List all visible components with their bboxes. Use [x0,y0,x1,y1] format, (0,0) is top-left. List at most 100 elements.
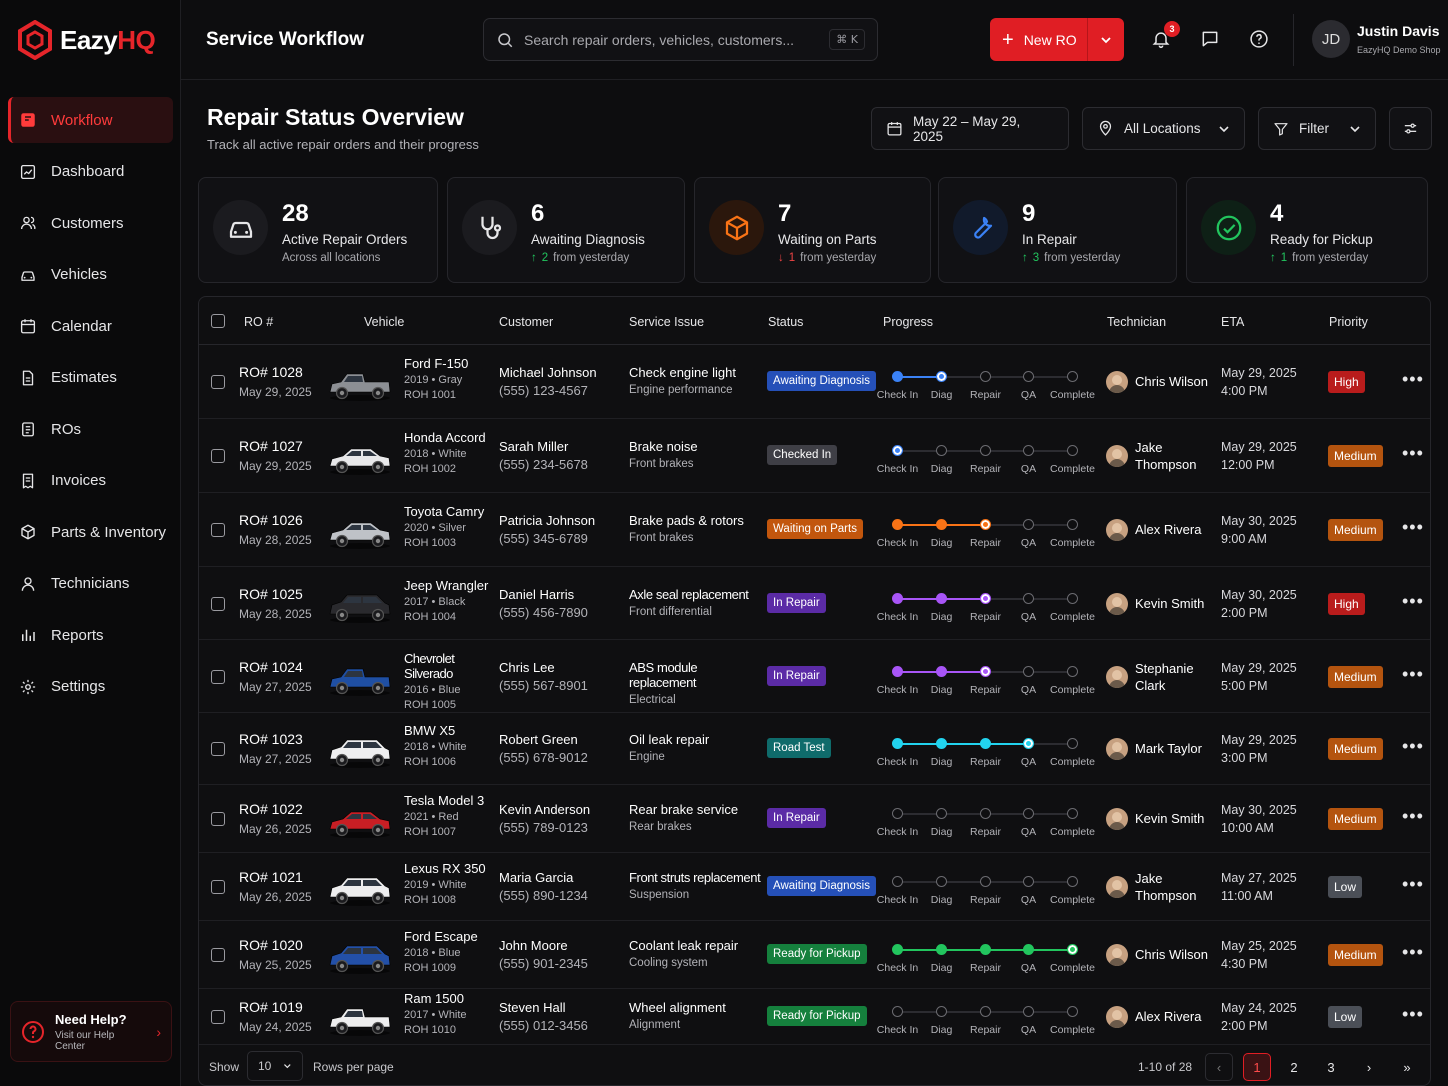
sidebar-item-parts-inventory[interactable]: Parts & Inventory [8,509,173,555]
last-page-button[interactable]: » [1393,1053,1421,1081]
ro-number[interactable]: RO# 1023 [239,731,312,747]
ro-cell[interactable]: RO# 1026 May 28, 2025 [239,512,312,547]
stat-card[interactable]: 28 Active Repair Orders Across all locatio… [198,177,438,283]
new-ro-main[interactable]: + New RO [990,18,1088,61]
table-row[interactable]: RO# 1026 May 28, 2025 Toyota Camry 2020 • S… [199,493,1430,567]
sidebar-item-estimates[interactable]: Estimates [8,355,173,401]
messages-button[interactable] [1198,27,1222,51]
ro-cell[interactable]: RO# 1019 May 24, 2025 [239,999,312,1034]
more-options-icon[interactable]: ••• [1402,369,1424,390]
table-row[interactable]: RO# 1027 May 29, 2025 Honda Accord 2018 • W… [199,419,1430,493]
ro-number[interactable]: RO# 1020 [239,937,312,953]
page-size-select[interactable]: 10 [247,1051,303,1081]
more-options-icon[interactable]: ••• [1402,874,1424,895]
more-options-icon[interactable]: ••• [1402,806,1424,827]
table-row[interactable]: RO# 1028 May 29, 2025 Ford F-150 2019 • Gra… [199,345,1430,419]
sidebar-item-workflow[interactable]: Workflow [8,97,173,143]
table-row[interactable]: RO# 1024 May 27, 2025 Chevrolet Silverado 2… [199,640,1430,713]
user-name[interactable]: Justin Davis [1357,23,1439,39]
page-button-1[interactable]: 1 [1243,1053,1271,1081]
help-button[interactable] [1247,27,1271,51]
search-input[interactable] [524,31,820,48]
page-button-2[interactable]: 2 [1280,1053,1308,1081]
more-options-icon[interactable]: ••• [1402,736,1424,757]
ro-number[interactable]: RO# 1021 [239,869,312,885]
sidebar-item-settings[interactable]: Settings [8,664,173,710]
sidebar-item-invoices[interactable]: Invoices [8,458,173,504]
ro-number[interactable]: RO# 1024 [239,659,312,675]
more-options-icon[interactable]: ••• [1402,942,1424,963]
notifications-button[interactable]: 3 [1149,21,1180,51]
ro-number[interactable]: RO# 1025 [239,586,312,602]
more-options-icon[interactable]: ••• [1402,517,1424,538]
stat-card[interactable]: 9 In Repair ↑ 3 from yesterday [938,177,1177,283]
column-header[interactable]: Customer [499,315,553,329]
more-options-icon[interactable]: ••• [1402,443,1424,464]
column-header[interactable]: ETA [1221,315,1244,329]
row-checkbox[interactable] [211,375,225,389]
column-header[interactable]: Progress [883,315,933,329]
ro-cell[interactable]: RO# 1023 May 27, 2025 [239,731,312,766]
column-header[interactable]: Vehicle [364,315,404,329]
row-checkbox[interactable] [211,1010,225,1024]
user-avatar[interactable]: JD [1312,20,1350,58]
sidebar-item-calendar[interactable]: Calendar [8,303,173,349]
ro-cell[interactable]: RO# 1021 May 26, 2025 [239,869,312,904]
row-checkbox[interactable] [211,812,225,826]
row-checkbox[interactable] [211,880,225,894]
ro-number[interactable]: RO# 1026 [239,512,312,528]
ro-cell[interactable]: RO# 1020 May 25, 2025 [239,937,312,972]
date-range-picker[interactable]: May 22 – May 29, 2025 [871,107,1069,150]
table-row[interactable]: RO# 1019 May 24, 2025 Ram 1500 2017 • White… [199,989,1430,1045]
column-header[interactable]: Technician [1107,315,1166,329]
help-card[interactable]: Need Help? Visit our Help Center › [10,1001,172,1062]
stat-card[interactable]: 4 Ready for Pickup ↑ 1 from yesterday [1186,177,1428,283]
sidebar-item-customers[interactable]: Customers [8,200,173,246]
more-options-icon[interactable]: ••• [1402,1004,1424,1025]
stat-card[interactable]: 7 Waiting on Parts ↓ 1 from yesterday [694,177,931,283]
location-select[interactable]: All Locations [1082,107,1245,150]
select-all-checkbox[interactable] [211,314,225,328]
new-ro-dropdown[interactable] [1088,18,1124,61]
ro-cell[interactable]: RO# 1024 May 27, 2025 [239,659,312,694]
column-header[interactable]: RO # [244,315,273,329]
search-box[interactable]: ⌘ K [483,18,878,61]
ro-number[interactable]: RO# 1019 [239,999,312,1015]
sidebar-item-technicians[interactable]: Technicians [8,561,173,607]
ro-number[interactable]: RO# 1022 [239,801,312,817]
next-page-button[interactable]: › [1355,1053,1383,1081]
page-button-3[interactable]: 3 [1317,1053,1345,1081]
sidebar-item-vehicles[interactable]: Vehicles [8,252,173,298]
sidebar-item-reports[interactable]: Reports [8,612,173,658]
sidebar-item-dashboard[interactable]: Dashboard [8,149,173,195]
row-checkbox[interactable] [211,523,225,537]
column-header[interactable]: Status [768,315,803,329]
sidebar-item-ros[interactable]: ROs [8,406,173,452]
logo[interactable]: EazyHQ [18,18,156,62]
ro-number[interactable]: RO# 1028 [239,364,312,380]
row-checkbox[interactable] [211,449,225,463]
ro-cell[interactable]: RO# 1025 May 28, 2025 [239,586,312,621]
row-checkbox[interactable] [211,596,225,611]
ro-cell[interactable]: RO# 1027 May 29, 2025 [239,438,312,473]
row-checkbox[interactable] [211,742,225,756]
prev-page-button[interactable]: ‹ [1205,1053,1233,1081]
row-checkbox[interactable] [211,948,225,962]
settings-sliders-button[interactable] [1389,107,1432,150]
stat-card[interactable]: 6 Awaiting Diagnosis ↑ 2 from yesterday [447,177,685,283]
more-options-icon[interactable]: ••• [1402,664,1424,685]
table-row[interactable]: RO# 1021 May 26, 2025 Lexus RX 350 2019 • W… [199,853,1430,921]
row-checkbox[interactable] [211,669,225,684]
new-ro-button[interactable]: + New RO [990,18,1124,61]
column-header[interactable]: Priority [1329,315,1368,329]
table-row[interactable]: RO# 1022 May 26, 2025 Tesla Model 3 2021 • … [199,785,1430,853]
ro-cell[interactable]: RO# 1028 May 29, 2025 [239,364,312,399]
column-header[interactable]: Service Issue [629,315,704,329]
table-row[interactable]: RO# 1023 May 27, 2025 BMW X5 2018 • White RO… [199,713,1430,785]
table-row[interactable]: RO# 1020 May 25, 2025 Ford Escape 2018 • Bl… [199,921,1430,989]
ro-number[interactable]: RO# 1027 [239,438,312,454]
more-options-icon[interactable]: ••• [1402,591,1424,612]
table-row[interactable]: RO# 1025 May 28, 2025 Jeep Wrangler 2017 • … [199,567,1430,640]
filter-button[interactable]: Filter [1258,107,1376,150]
ro-cell[interactable]: RO# 1022 May 26, 2025 [239,801,312,836]
